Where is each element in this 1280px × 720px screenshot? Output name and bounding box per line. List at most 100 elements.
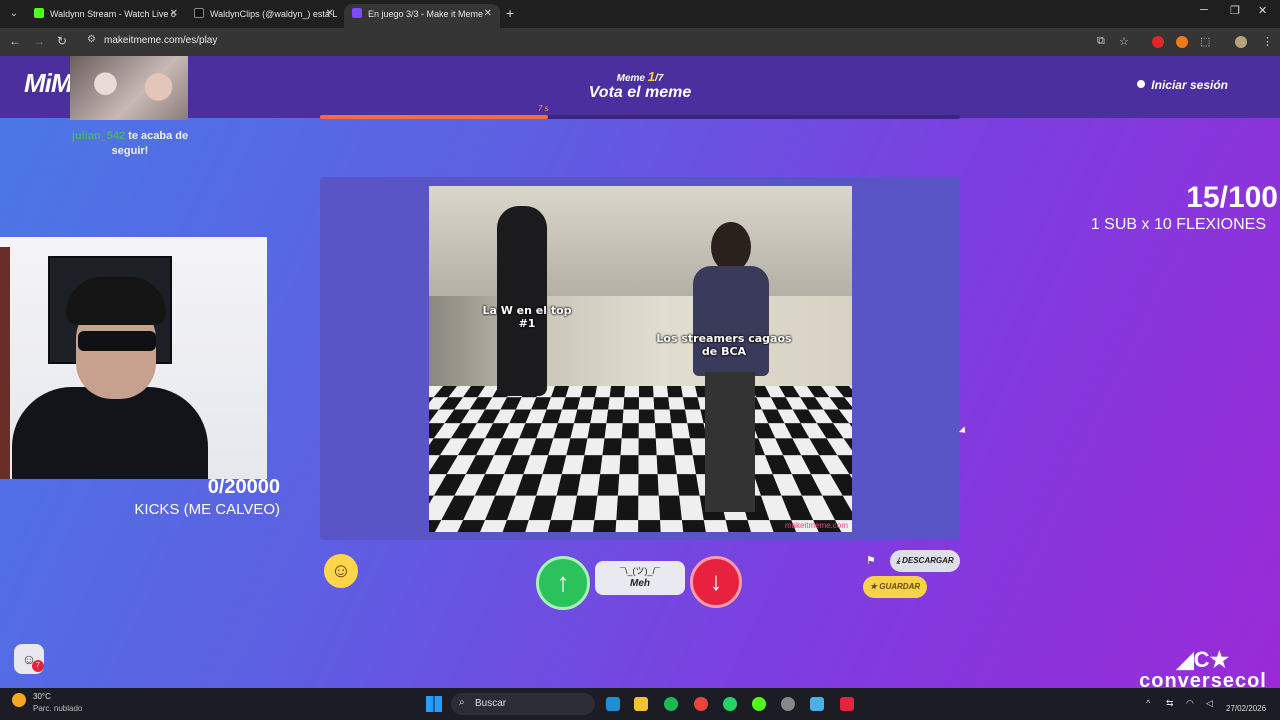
user-icon: [1137, 80, 1146, 88]
edge-icon[interactable]: [606, 697, 620, 711]
close-window-icon[interactable]: ✕: [1258, 4, 1267, 17]
meh-shrug-face: ¯\_(ツ)_/¯: [620, 566, 660, 576]
downvote-button[interactable]: ↓: [690, 556, 742, 608]
tab-waldynclips[interactable]: WaldynClips (@waldyn_) está L ✕: [186, 4, 342, 28]
download-button[interactable]: ⤓ DESCARGAR: [890, 550, 960, 572]
game-page: MiM Meme 1/7 Vota el meme 7 s Iniciar se…: [0, 56, 1280, 688]
webcam-sunglasses: [78, 331, 156, 351]
mim-logo[interactable]: MiM: [24, 68, 73, 99]
extension-red-icon[interactable]: [1152, 36, 1164, 48]
minimize-icon[interactable]: ─: [1200, 4, 1208, 16]
meme-ceiling: [429, 186, 852, 296]
meh-button[interactable]: ¯\_(ツ)_/¯ Meh: [595, 561, 685, 595]
volume-icon[interactable]: ◁: [1206, 698, 1213, 709]
forward-icon[interactable]: →: [33, 34, 45, 48]
game-header: MiM Meme 1/7 Vota el meme 7 s Iniciar se…: [0, 56, 1280, 119]
address-bar[interactable]: ⚙ makeitmeme.com/es/play: [80, 31, 1140, 53]
tab-title: Waldynn Stream - Watch Live o: [50, 9, 176, 19]
webcam-hair: [66, 277, 166, 325]
search-icon: ⌕: [459, 697, 465, 708]
install-app-icon[interactable]: ⧉: [1097, 35, 1105, 48]
meme-caption-right: Los streamers cagaos de BCA: [656, 332, 792, 358]
tab-make-it-meme[interactable]: En juego 3/3 - Make it Meme ✕: [344, 4, 500, 28]
app-red-icon[interactable]: [840, 697, 854, 711]
tiktok-favicon-icon: [194, 8, 204, 18]
emoji-reaction-button[interactable]: ☺: [324, 554, 358, 588]
tab-waldynn-stream[interactable]: Waldynn Stream - Watch Live o ✕: [26, 4, 186, 28]
url-text[interactable]: makeitmeme.com/es/play: [104, 35, 217, 46]
back-icon[interactable]: ←: [9, 34, 21, 48]
upvote-button[interactable]: ↑: [536, 556, 590, 610]
meme-counter-label: Meme: [616, 73, 645, 84]
round-timer: 7 s: [538, 104, 549, 113]
meme-floating-figure: [497, 206, 547, 396]
tab-search-menu-icon[interactable]: ⌄: [6, 6, 22, 22]
maximize-icon[interactable]: ❐: [1230, 4, 1240, 17]
page-title: Vota el meme: [588, 84, 692, 101]
follower-name: julian_542: [71, 130, 126, 142]
runner-legs: [705, 372, 755, 512]
browser-menu-icon[interactable]: ⋮: [1262, 35, 1273, 48]
site-info-icon[interactable]: ⚙: [87, 34, 96, 45]
taskbar-search[interactable]: ⌕ Buscar: [451, 693, 595, 715]
makeitmeme-favicon-icon: [352, 8, 362, 18]
taskbar-date[interactable]: 27/02/2026: [1226, 704, 1266, 713]
meme-counter: Meme 1/7: [590, 69, 690, 84]
meh-label: Meh: [630, 578, 650, 589]
round-progress-fill: [320, 115, 549, 119]
login-label: Iniciar sesión: [1151, 78, 1228, 92]
sub-goal-label: 1 SUB x 10 FLEXIONES: [1090, 216, 1266, 233]
weather-desc[interactable]: Parc. nublado: [33, 704, 82, 713]
extension-orange-icon[interactable]: [1176, 36, 1188, 48]
tab-close-icon[interactable]: ✕: [484, 4, 492, 24]
kick-app-icon[interactable]: [752, 697, 766, 711]
sub-goal: 15/100 1 SUB x 10 FLEXIONES: [1091, 180, 1278, 234]
kick-favicon-icon: [34, 8, 44, 18]
login-button[interactable]: Iniciar sesión: [1137, 78, 1228, 92]
obs-icon[interactable]: [781, 697, 795, 711]
meme-image: La W en el top #1 Los streamers cagaos d…: [429, 186, 852, 532]
tab-close-icon[interactable]: ✕: [326, 4, 334, 24]
tab-title: WaldynClips (@waldyn_) está L: [210, 9, 338, 19]
tray-chevron-icon[interactable]: ^: [1146, 698, 1150, 708]
windows-start-icon[interactable]: [426, 696, 442, 712]
bookmark-star-icon[interactable]: ☆: [1119, 35, 1129, 48]
wifi-icon[interactable]: ◠: [1186, 698, 1194, 709]
reload-icon[interactable]: ↻: [57, 34, 67, 48]
runner-shirt: [693, 266, 769, 376]
sub-goal-count: 15/100: [1186, 181, 1278, 214]
tab-close-icon[interactable]: ✕: [170, 4, 178, 24]
webcam-door: [0, 247, 10, 479]
tray-network-icon[interactable]: ⇆: [1166, 698, 1174, 709]
taskbar-search-label: Buscar: [475, 698, 507, 709]
brand-name: conversecol: [1139, 670, 1267, 688]
meme-panel: La W en el top #1 Los streamers cagaos d…: [320, 177, 960, 540]
save-label: GUARDAR: [879, 582, 921, 591]
spotify-icon[interactable]: [664, 697, 678, 711]
file-explorer-icon[interactable]: [634, 697, 648, 711]
weather-icon[interactable]: [12, 693, 26, 707]
conversecol-logo-icon: ◢C★: [1176, 647, 1230, 672]
windows-taskbar: 30°C Parc. nublado ⌕ Buscar ^ ⇆ ◠ ◁ 27/0…: [0, 688, 1280, 720]
weather-temp[interactable]: 30°C: [33, 692, 51, 701]
kick-goal: 0/20000 KICKS (ME CALVEO): [134, 476, 280, 518]
meme-counter-current: 1: [647, 69, 656, 84]
report-flag-icon[interactable]: ⚑: [866, 554, 876, 567]
save-button[interactable]: ★ GUARDAR: [863, 576, 927, 598]
new-tab-icon[interactable]: +: [506, 5, 514, 21]
webcam-hoodie: [12, 387, 208, 479]
whatsapp-icon[interactable]: [723, 697, 737, 711]
profile-avatar[interactable]: [1235, 36, 1247, 48]
notepad-icon[interactable]: [810, 697, 824, 711]
chrome-icon[interactable]: [694, 697, 708, 711]
download-icon: ⤓: [896, 556, 900, 565]
extensions-puzzle-icon[interactable]: ⬚: [1200, 35, 1210, 48]
meme-watermark: makeitmeme.com: [784, 521, 848, 530]
streamer-webcam: [0, 237, 267, 479]
follow-alert-image: [70, 56, 188, 120]
tab-title: En juego 3/3 - Make it Meme: [368, 9, 484, 19]
runner-head: [711, 222, 751, 272]
browser-tab-bar: ⌄ Waldynn Stream - Watch Live o ✕ Waldyn…: [0, 0, 1280, 28]
conversecol-watermark: ◢C★ conversecol: [1128, 647, 1278, 689]
round-progress-bar: [320, 115, 960, 119]
